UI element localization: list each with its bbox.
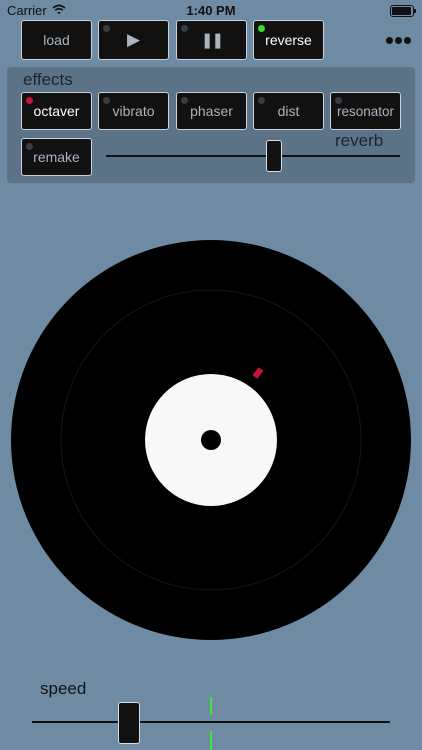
pause-led [181,25,188,32]
play-button[interactable]: ▶ [98,20,169,60]
resonator-button[interactable]: resonator [330,92,401,130]
battery-icon [390,5,414,17]
vinyl-record[interactable] [11,240,411,640]
reverb-slider-thumb[interactable] [265,140,282,172]
vibrato-label: vibrato [112,103,155,119]
phaser-led [181,97,188,104]
speed-slider-track[interactable] [32,721,390,723]
resonator-led [335,97,342,104]
clock: 1:40 PM [186,3,236,18]
speed-center-tick-top [210,697,212,715]
phaser-label: phaser [190,103,233,119]
resonator-label: resonator [336,103,395,119]
record-spindle-hole [201,430,221,450]
vibrato-button[interactable]: vibrato [98,92,169,130]
status-bar: Carrier 1:40 PM [0,0,422,22]
octaver-led [26,97,33,104]
speed-label: speed [40,679,87,698]
load-button[interactable]: load [21,20,92,60]
speed-slider-thumb[interactable] [117,702,140,744]
vibrato-led [103,97,110,104]
effects-title: effects [23,70,73,89]
reverb-label: reverb [335,131,384,150]
speed-center-tick-bottom [210,731,212,750]
pause-button[interactable]: ❚❚ [176,20,247,60]
play-led [103,25,110,32]
reverse-label: reverse [265,32,312,48]
reverse-led [258,25,265,32]
play-icon: ▶ [126,30,141,49]
phaser-button[interactable]: phaser [176,92,247,130]
remake-led [26,143,33,150]
octaver-label: octaver [33,103,80,119]
octaver-button[interactable]: octaver [21,92,92,130]
more-dots-icon[interactable] [386,37,412,45]
load-label: load [43,32,70,48]
dist-button[interactable]: dist [253,92,324,130]
dist-led [258,97,265,104]
remake-label: remake [33,149,80,165]
reverse-button[interactable]: reverse [253,20,324,60]
dist-label: dist [277,103,300,119]
battery-cap [414,9,416,13]
remake-button[interactable]: remake [21,138,92,176]
reverb-slider-track[interactable] [106,155,400,157]
pause-icon: ❚❚ [200,32,224,49]
